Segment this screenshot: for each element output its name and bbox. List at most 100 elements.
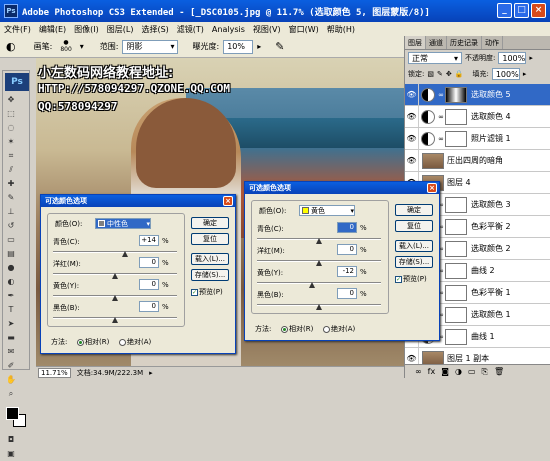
black-slider-knob[interactable] — [316, 304, 322, 310]
yellow-input[interactable]: -12 — [337, 266, 357, 277]
magenta-slider-knob[interactable] — [112, 273, 118, 279]
lock-pixels-icon[interactable]: ✎ — [437, 70, 443, 78]
link-chain-icon[interactable]: ∞ — [437, 113, 445, 121]
path-select-icon[interactable]: ➤ — [6, 319, 16, 329]
layer-mask-thumbnail[interactable] — [445, 196, 467, 213]
color-select[interactable]: 中性色 ▾ — [95, 218, 151, 229]
dodge-tool-icon[interactable]: ◐ — [6, 40, 16, 53]
add-mask-icon[interactable]: ◙ — [441, 367, 449, 376]
healing-tool-icon[interactable]: ✚ — [6, 179, 16, 189]
cyan-input[interactable]: 0 — [337, 222, 357, 233]
chevron-right-icon[interactable]: ▸ — [149, 369, 153, 377]
menu-layer[interactable]: 图层(L) — [107, 24, 134, 35]
notes-tool-icon[interactable]: ✉ — [6, 347, 16, 357]
color-select[interactable]: 黄色 ▾ — [299, 205, 355, 216]
opacity-input[interactable]: 100% — [498, 52, 527, 64]
ok-button[interactable]: 确定 — [191, 217, 229, 229]
stamp-tool-icon[interactable]: ⊥ — [6, 207, 16, 217]
menu-analysis[interactable]: Analysis — [212, 25, 245, 34]
shape-tool-icon[interactable]: ▬ — [6, 333, 16, 343]
layer-row[interactable]: 👁 ∞ 选取颜色 5 — [405, 84, 550, 106]
fill-input[interactable]: 100% — [491, 68, 520, 80]
close-button[interactable]: × — [427, 183, 437, 193]
blend-mode-select[interactable]: 正常 ▾ — [408, 52, 462, 64]
menu-window[interactable]: 窗口(W) — [289, 24, 319, 35]
quick-mask-icon[interactable]: ◘ — [6, 435, 16, 445]
close-button[interactable]: × — [531, 3, 546, 18]
yellow-slider-knob[interactable] — [112, 295, 118, 301]
menu-edit[interactable]: 编辑(E) — [39, 24, 66, 35]
hand-tool-icon[interactable]: ✋ — [6, 375, 16, 385]
layer-mask-thumbnail[interactable] — [445, 262, 467, 279]
cyan-slider[interactable] — [53, 251, 177, 253]
visibility-eye-icon[interactable]: 👁 — [405, 150, 419, 171]
brush-tool-icon[interactable]: ✎ — [6, 193, 16, 203]
save-button[interactable]: 存储(S)... — [395, 256, 433, 268]
chevron-down-icon[interactable]: ▾ — [80, 42, 84, 51]
visibility-eye-icon[interactable]: 👁 — [405, 128, 419, 149]
dodge-tool-icon[interactable]: ◐ — [6, 277, 16, 287]
marquee-tool-icon[interactable]: ⬚ — [6, 109, 16, 119]
magenta-slider-knob[interactable] — [316, 260, 322, 266]
fx-icon[interactable]: fx — [428, 367, 436, 376]
yellow-slider[interactable] — [257, 282, 381, 284]
reset-button[interactable]: 复位 — [191, 233, 229, 245]
visibility-eye-icon[interactable]: 👁 — [405, 106, 419, 127]
save-button[interactable]: 存储(S)... — [191, 269, 229, 281]
layer-mask-thumbnail[interactable] — [445, 130, 467, 147]
menu-file[interactable]: 文件(F) — [4, 24, 31, 35]
menu-image[interactable]: 图像(I) — [74, 24, 99, 35]
preview-checkbox[interactable]: ✓ 预览(P) — [395, 274, 427, 284]
layer-thumbnail[interactable] — [422, 152, 444, 169]
lasso-tool-icon[interactable]: ◌ — [6, 123, 16, 133]
lock-position-icon[interactable]: ✥ — [446, 70, 452, 78]
menu-select[interactable]: 选择(S) — [141, 24, 168, 35]
relative-radio[interactable]: 相对(R) — [77, 337, 109, 347]
magenta-input[interactable]: 0 — [337, 244, 357, 255]
load-button[interactable]: 载入(L)... — [395, 240, 433, 252]
chevron-right-icon[interactable]: ▸ — [257, 42, 261, 51]
tab-history[interactable]: 历史记录 — [447, 36, 482, 49]
range-select[interactable]: 阴影 ▾ — [122, 39, 179, 54]
preview-checkbox[interactable]: ✓ 预览(P) — [191, 287, 223, 297]
gradient-tool-icon[interactable]: ▤ — [6, 249, 16, 259]
eraser-tool-icon[interactable]: ▭ — [6, 235, 16, 245]
tab-layers[interactable]: 图层 — [405, 36, 426, 49]
airbrush-icon[interactable]: ✎ — [275, 40, 284, 53]
zoom-tool-icon[interactable]: ⌕ — [6, 389, 16, 399]
tab-channels[interactable]: 通道 — [426, 36, 447, 49]
foreground-color[interactable] — [6, 407, 19, 420]
absolute-radio[interactable]: 绝对(A) — [323, 324, 355, 334]
ok-button[interactable]: 确定 — [395, 204, 433, 216]
cyan-input[interactable]: +14 — [139, 235, 159, 246]
adjustment-layer-icon[interactable]: ◑ — [455, 367, 462, 376]
magic-wand-icon[interactable]: ✶ — [6, 137, 16, 147]
yellow-slider-knob[interactable] — [309, 282, 315, 288]
layer-mask-thumbnail[interactable] — [445, 306, 467, 323]
eyedropper-icon[interactable]: ✐ — [6, 361, 16, 371]
load-button[interactable]: 载入(L)... — [191, 253, 229, 265]
menu-filter[interactable]: 滤镜(T) — [177, 24, 204, 35]
minimize-button[interactable]: _ — [497, 3, 512, 18]
pen-tool-icon[interactable]: ✒ — [6, 291, 16, 301]
tab-actions[interactable]: 动作 — [482, 36, 503, 49]
layer-mask-thumbnail[interactable] — [445, 328, 467, 345]
history-brush-icon[interactable]: ↺ — [6, 221, 16, 231]
yellow-input[interactable]: 0 — [139, 279, 159, 290]
exposure-input[interactable]: 10% — [223, 39, 254, 54]
lock-transparent-icon[interactable]: ▧ — [427, 70, 434, 78]
maximize-button[interactable]: □ — [514, 3, 529, 18]
chevron-right-icon[interactable]: ▸ — [523, 70, 527, 78]
close-button[interactable]: × — [223, 196, 233, 206]
lock-all-icon[interactable]: 🔒 — [455, 70, 464, 78]
type-tool-icon[interactable]: T — [6, 305, 16, 315]
cyan-slider-knob[interactable] — [122, 251, 128, 257]
slice-tool-icon[interactable]: ⫽ — [6, 165, 16, 175]
link-chain-icon[interactable]: ∞ — [437, 135, 445, 143]
link-layers-icon[interactable]: ∞ — [415, 367, 422, 376]
visibility-eye-icon[interactable]: 👁 — [405, 84, 419, 105]
absolute-radio[interactable]: 绝对(A) — [119, 337, 151, 347]
brush-picker[interactable]: ● 800 — [60, 40, 71, 54]
reset-button[interactable]: 复位 — [395, 220, 433, 232]
zoom-level[interactable]: 11.71% — [38, 367, 71, 378]
